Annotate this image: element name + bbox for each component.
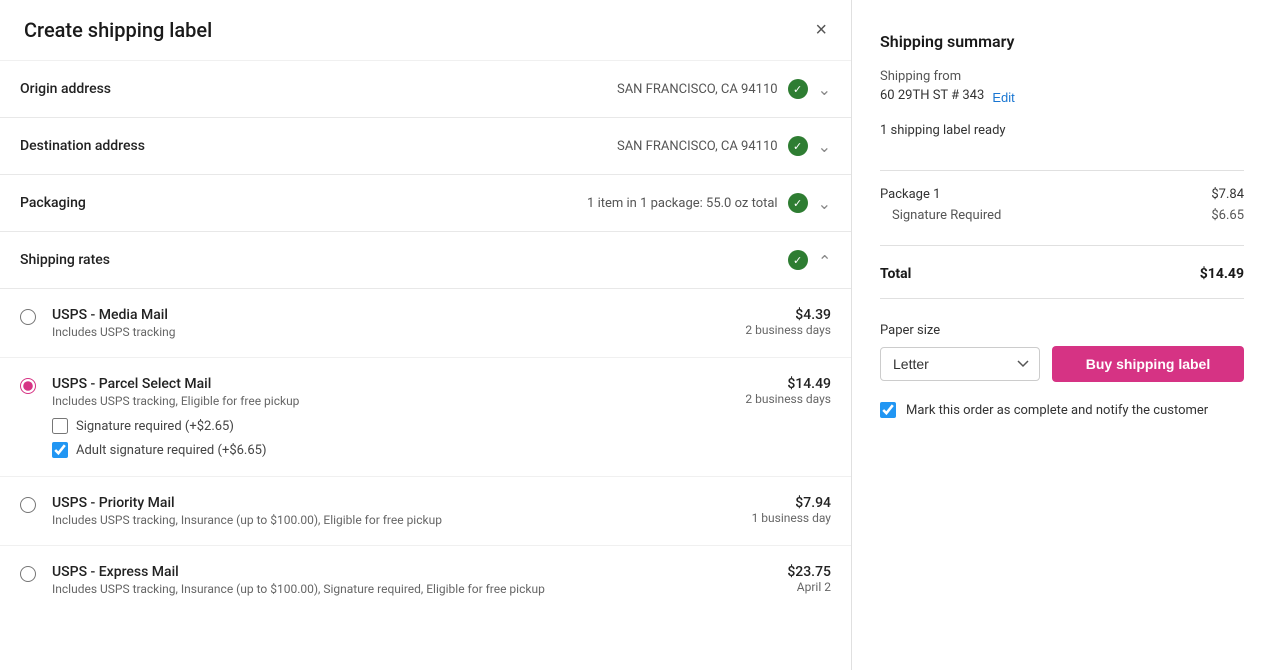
shipping-rates-verified-icon: ✓ — [788, 250, 808, 270]
summary-divider-3 — [880, 298, 1244, 299]
label-sig-req: Signature required (+$2.65) — [76, 419, 234, 434]
shipping-rates-label: Shipping rates — [20, 252, 110, 268]
mark-complete-label: Mark this order as complete and notify t… — [906, 403, 1208, 418]
rate-info-media-mail: USPS - Media Mail Includes USPS tracking — [52, 307, 721, 339]
rate-price-media-mail: $4.39 2 business days — [721, 307, 831, 337]
rate-item-media-mail: USPS - Media Mail Includes USPS tracking… — [0, 289, 851, 358]
shipping-rates-section: Shipping rates ✓ ⌄ USPS - Media Mail Inc… — [0, 232, 851, 614]
origin-address-section: Origin address SAN FRANCISCO, CA 94110 ✓… — [0, 61, 851, 118]
origin-verified-icon: ✓ — [788, 79, 808, 99]
packaging-section: Packaging 1 item in 1 package: 55.0 oz t… — [0, 175, 851, 232]
summary-total-label: Total — [880, 266, 911, 282]
edit-address-button[interactable]: Edit — [992, 90, 1014, 105]
rate-item-express-mail: USPS - Express Mail Includes USPS tracki… — [0, 546, 851, 614]
origin-address-accordion[interactable]: Origin address SAN FRANCISCO, CA 94110 ✓… — [0, 61, 851, 117]
rate-radio-media-mail[interactable] — [20, 309, 36, 325]
modal: Create shipping label × Origin address S… — [0, 0, 1272, 670]
rate-amount-parcel-select: $14.49 — [721, 376, 831, 392]
rate-name-media-mail: USPS - Media Mail — [52, 307, 721, 323]
rate-info-express-mail: USPS - Express Mail Includes USPS tracki… — [52, 564, 721, 596]
summary-package-price: $7.84 — [1211, 187, 1244, 202]
rate-options-parcel-select: Signature required (+$2.65) Adult signat… — [52, 418, 721, 458]
summary-divider-2 — [880, 245, 1244, 246]
rate-item-parcel-select: USPS - Parcel Select Mail Includes USPS … — [0, 358, 851, 477]
destination-address-right: SAN FRANCISCO, CA 94110 ✓ ⌄ — [617, 136, 831, 156]
modal-title: Create shipping label — [24, 18, 212, 42]
summary-divider-1 — [880, 170, 1244, 171]
rate-item-priority-mail: USPS - Priority Mail Includes USPS track… — [0, 477, 851, 546]
option-row-adult-sig: Adult signature required (+$6.65) — [52, 442, 721, 458]
left-panel: Create shipping label × Origin address S… — [0, 0, 852, 670]
rate-days-priority-mail: 1 business day — [721, 511, 831, 525]
mark-complete-row: Mark this order as complete and notify t… — [880, 402, 1244, 418]
rate-details-priority-mail: Includes USPS tracking, Insurance (up to… — [52, 513, 721, 527]
rate-price-priority-mail: $7.94 1 business day — [721, 495, 831, 525]
label-adult-sig: Adult signature required (+$6.65) — [76, 443, 267, 458]
packaging-verified-icon: ✓ — [788, 193, 808, 213]
checkbox-sig-req[interactable] — [52, 418, 68, 434]
close-button[interactable]: × — [815, 20, 827, 40]
rate-price-parcel-select: $14.49 2 business days — [721, 376, 831, 406]
checkbox-adult-sig[interactable] — [52, 442, 68, 458]
summary-package-label: Package 1 — [880, 187, 940, 202]
modal-header: Create shipping label × — [0, 0, 851, 61]
paper-size-row: Letter 4x6 Label Buy shipping label — [880, 346, 1244, 382]
rate-days-media-mail: 2 business days — [721, 323, 831, 337]
rate-info-priority-mail: USPS - Priority Mail Includes USPS track… — [52, 495, 721, 527]
rate-days-parcel-select: 2 business days — [721, 392, 831, 406]
destination-address-label: Destination address — [20, 138, 145, 154]
origin-chevron-icon: ⌄ — [818, 80, 831, 99]
rate-details-media-mail: Includes USPS tracking — [52, 325, 721, 339]
packaging-accordion[interactable]: Packaging 1 item in 1 package: 55.0 oz t… — [0, 175, 851, 231]
rate-info-parcel-select: USPS - Parcel Select Mail Includes USPS … — [52, 376, 721, 458]
summary-total-price: $14.49 — [1200, 266, 1244, 282]
shipping-rates-header[interactable]: Shipping rates ✓ ⌄ — [0, 232, 851, 289]
summary-sig-row: Signature Required $6.65 — [880, 208, 1244, 223]
rate-amount-priority-mail: $7.94 — [721, 495, 831, 511]
rate-amount-media-mail: $4.39 — [721, 307, 831, 323]
rate-amount-express-mail: $23.75 — [721, 564, 831, 580]
summary-sig-label: Signature Required — [892, 208, 1001, 223]
rate-price-express-mail: $23.75 April 2 — [721, 564, 831, 594]
origin-address-value: SAN FRANCISCO, CA 94110 — [617, 82, 778, 97]
packaging-chevron-icon: ⌄ — [818, 194, 831, 213]
summary-title: Shipping summary — [880, 32, 1244, 51]
mark-complete-checkbox[interactable] — [880, 402, 896, 418]
option-row-sig-req: Signature required (+$2.65) — [52, 418, 721, 434]
buy-shipping-label-button[interactable]: Buy shipping label — [1052, 346, 1244, 382]
summary-ready-label: 1 shipping label ready — [880, 123, 1244, 138]
packaging-right: 1 item in 1 package: 55.0 oz total ✓ ⌄ — [587, 193, 831, 213]
summary-shipping-from-label: Shipping from — [880, 69, 1244, 84]
paper-size-label: Paper size — [880, 323, 1244, 338]
summary-total-row: Total $14.49 — [880, 266, 1244, 282]
summary-address: 60 29TH ST # 343 — [880, 88, 984, 103]
origin-address-label: Origin address — [20, 81, 111, 97]
destination-address-section: Destination address SAN FRANCISCO, CA 94… — [0, 118, 851, 175]
summary-package-row: Package 1 $7.84 — [880, 187, 1244, 202]
destination-verified-icon: ✓ — [788, 136, 808, 156]
origin-address-right: SAN FRANCISCO, CA 94110 ✓ ⌄ — [617, 79, 831, 99]
destination-chevron-icon: ⌄ — [818, 137, 831, 156]
paper-size-select[interactable]: Letter 4x6 Label — [880, 347, 1040, 381]
rate-radio-priority-mail[interactable] — [20, 497, 36, 513]
rate-name-parcel-select: USPS - Parcel Select Mail — [52, 376, 721, 392]
shipping-rates-chevron-icon: ⌄ — [818, 251, 831, 270]
rate-radio-parcel-select[interactable] — [20, 378, 36, 394]
summary-sig-price: $6.65 — [1211, 208, 1244, 223]
shipping-rates-right: ✓ ⌄ — [788, 250, 831, 270]
rate-name-express-mail: USPS - Express Mail — [52, 564, 721, 580]
paper-size-select-wrapper: Letter 4x6 Label — [880, 347, 1040, 381]
rate-details-express-mail: Includes USPS tracking, Insurance (up to… — [52, 582, 721, 596]
rate-radio-express-mail[interactable] — [20, 566, 36, 582]
destination-address-accordion[interactable]: Destination address SAN FRANCISCO, CA 94… — [0, 118, 851, 174]
rate-name-priority-mail: USPS - Priority Mail — [52, 495, 721, 511]
rate-days-express-mail: April 2 — [721, 580, 831, 594]
packaging-label: Packaging — [20, 195, 86, 211]
right-panel: Shipping summary Shipping from 60 29TH S… — [852, 0, 1272, 670]
destination-address-value: SAN FRANCISCO, CA 94110 — [617, 139, 778, 154]
rate-details-parcel-select: Includes USPS tracking, Eligible for fre… — [52, 394, 721, 408]
packaging-value: 1 item in 1 package: 55.0 oz total — [587, 196, 778, 211]
